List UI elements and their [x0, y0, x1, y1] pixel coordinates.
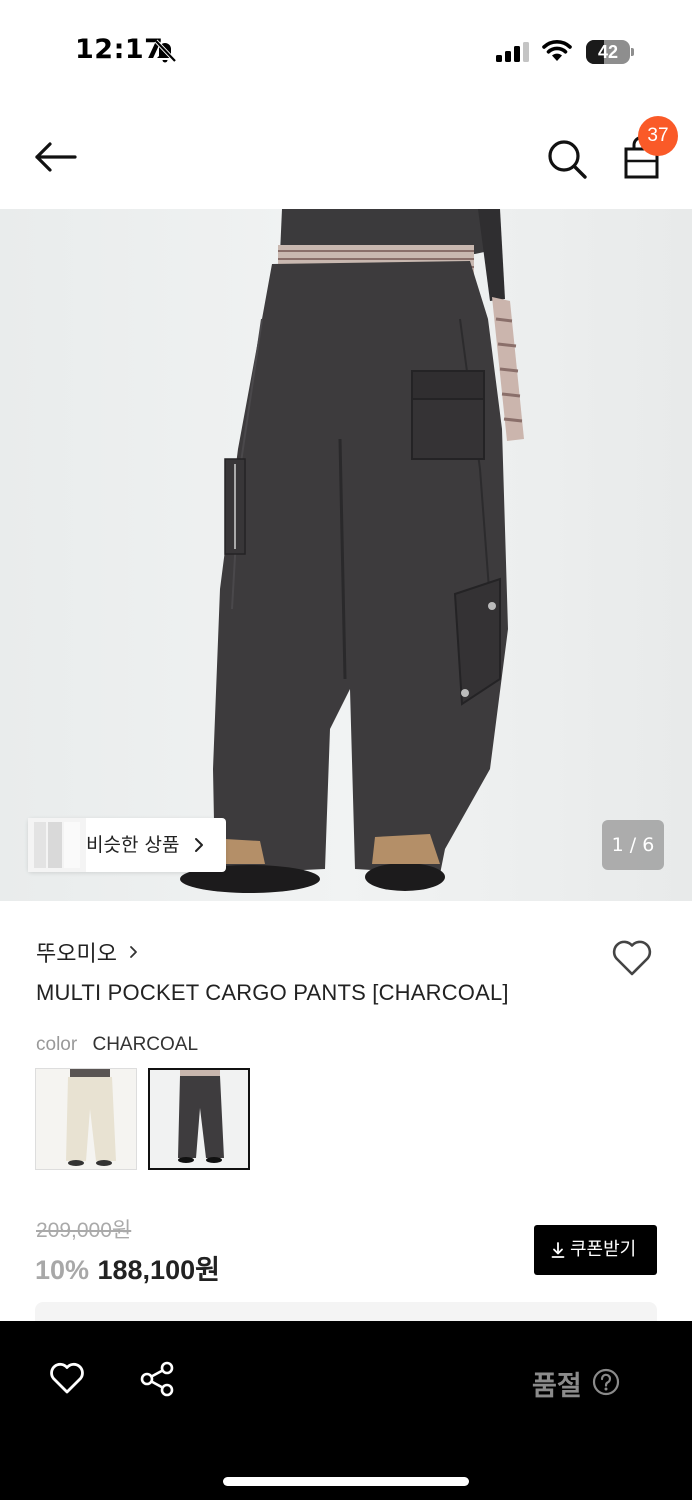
- similar-products-label: 비슷한 상품: [86, 834, 180, 856]
- price-row: 10% 188,100원: [35, 1248, 220, 1288]
- heart-outline-icon[interactable]: [610, 936, 654, 978]
- chevron-right-icon: [195, 838, 203, 852]
- soldout-label: 품절: [532, 1371, 582, 1402]
- back-arrow-icon[interactable]: [30, 134, 82, 180]
- color-swatch-charcoal[interactable]: [148, 1068, 250, 1170]
- wifi-icon: [542, 40, 572, 61]
- wishlist-heart-icon[interactable]: [48, 1360, 86, 1396]
- product-title: MULTI POCKET CARGO PANTS [CHARCOAL]: [36, 980, 509, 1005]
- download-icon: [551, 1242, 565, 1258]
- brand-name: 뚜오미오: [36, 942, 117, 967]
- charcoal-pants-thumbnail: [150, 1070, 248, 1168]
- status-bar: 12:17 42: [0, 0, 692, 100]
- status-time: 12:17: [75, 34, 164, 65]
- question-circle-icon[interactable]: [592, 1368, 620, 1396]
- image-counter: 1 / 6: [602, 820, 664, 870]
- chevron-right-icon: [130, 946, 137, 958]
- color-label: color: [36, 1034, 78, 1055]
- similar-products-button[interactable]: 비슷한 상품: [28, 818, 226, 872]
- ivory-pants-thumbnail: [36, 1069, 136, 1169]
- battery-percentage: 42: [597, 42, 619, 62]
- color-option-row: color CHARCOAL: [36, 1034, 198, 1056]
- discount-rate: 10%: [35, 1255, 90, 1285]
- bottom-action-bar: [0, 1321, 692, 1500]
- selected-color-value: CHARCOAL: [92, 1034, 199, 1055]
- brand-link[interactable]: 뚜오미오: [36, 936, 140, 970]
- color-swatch-ivory[interactable]: [35, 1068, 137, 1170]
- similar-products-thumbnails: [28, 818, 86, 872]
- product-image[interactable]: [0, 209, 692, 901]
- top-navigation: [0, 110, 692, 210]
- home-indicator: [223, 1477, 469, 1486]
- coupon-download-button[interactable]: 쿠폰받기: [534, 1225, 657, 1275]
- original-price: 209,000원: [36, 1219, 132, 1242]
- bell-muted-icon: [154, 39, 177, 63]
- sale-price: 188,100원: [97, 1255, 220, 1285]
- cellular-signal-icon: [496, 42, 529, 62]
- battery-indicator: 42: [586, 40, 634, 64]
- cart-count-badge: 37: [638, 116, 678, 156]
- product-photo: [0, 209, 692, 901]
- share-icon[interactable]: [138, 1360, 176, 1398]
- search-icon[interactable]: [544, 136, 590, 182]
- coupon-button-label: 쿠폰받기: [570, 1239, 637, 1260]
